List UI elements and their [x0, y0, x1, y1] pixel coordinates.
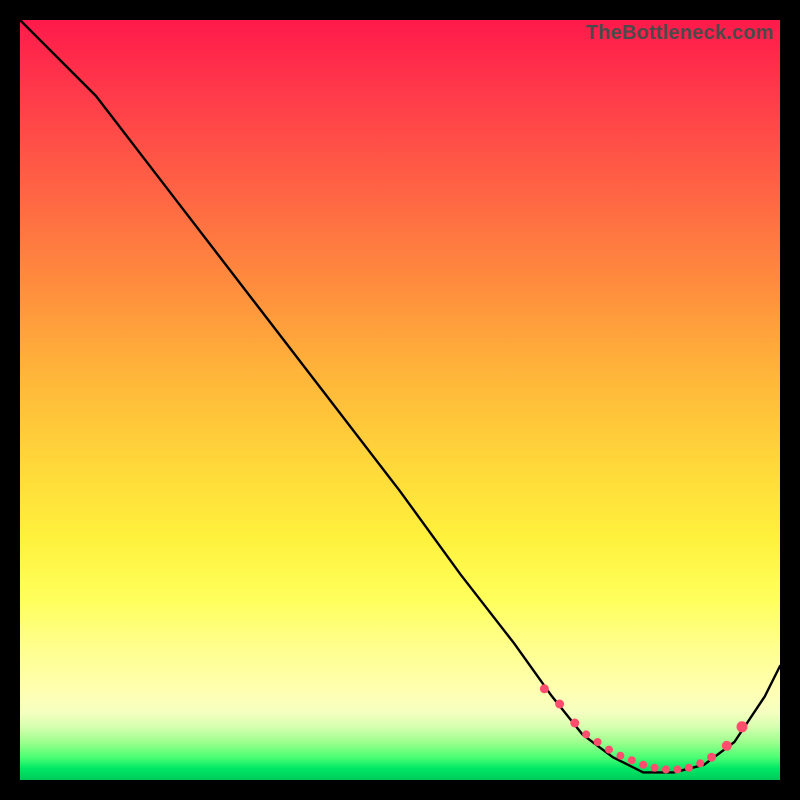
marker-dot [555, 700, 564, 709]
marker-dot [696, 759, 704, 767]
plot-area: TheBottleneck.com [20, 20, 780, 780]
marker-dot [582, 730, 590, 738]
optimal-range-dots [540, 684, 748, 773]
bottleneck-curve [20, 20, 780, 772]
marker-dot [628, 756, 636, 764]
marker-dot [737, 721, 748, 732]
curve-layer [20, 20, 780, 780]
marker-dot [722, 741, 732, 751]
marker-dot [540, 684, 549, 693]
chart-frame: TheBottleneck.com [0, 0, 800, 800]
marker-dot [662, 765, 670, 773]
marker-dot [685, 764, 693, 772]
marker-dot [570, 719, 579, 728]
marker-dot [651, 764, 659, 772]
marker-dot [673, 765, 681, 773]
marker-dot [639, 761, 647, 769]
marker-dot [605, 746, 613, 754]
marker-dot [707, 753, 716, 762]
marker-dot [594, 738, 602, 746]
marker-dot [616, 752, 624, 760]
